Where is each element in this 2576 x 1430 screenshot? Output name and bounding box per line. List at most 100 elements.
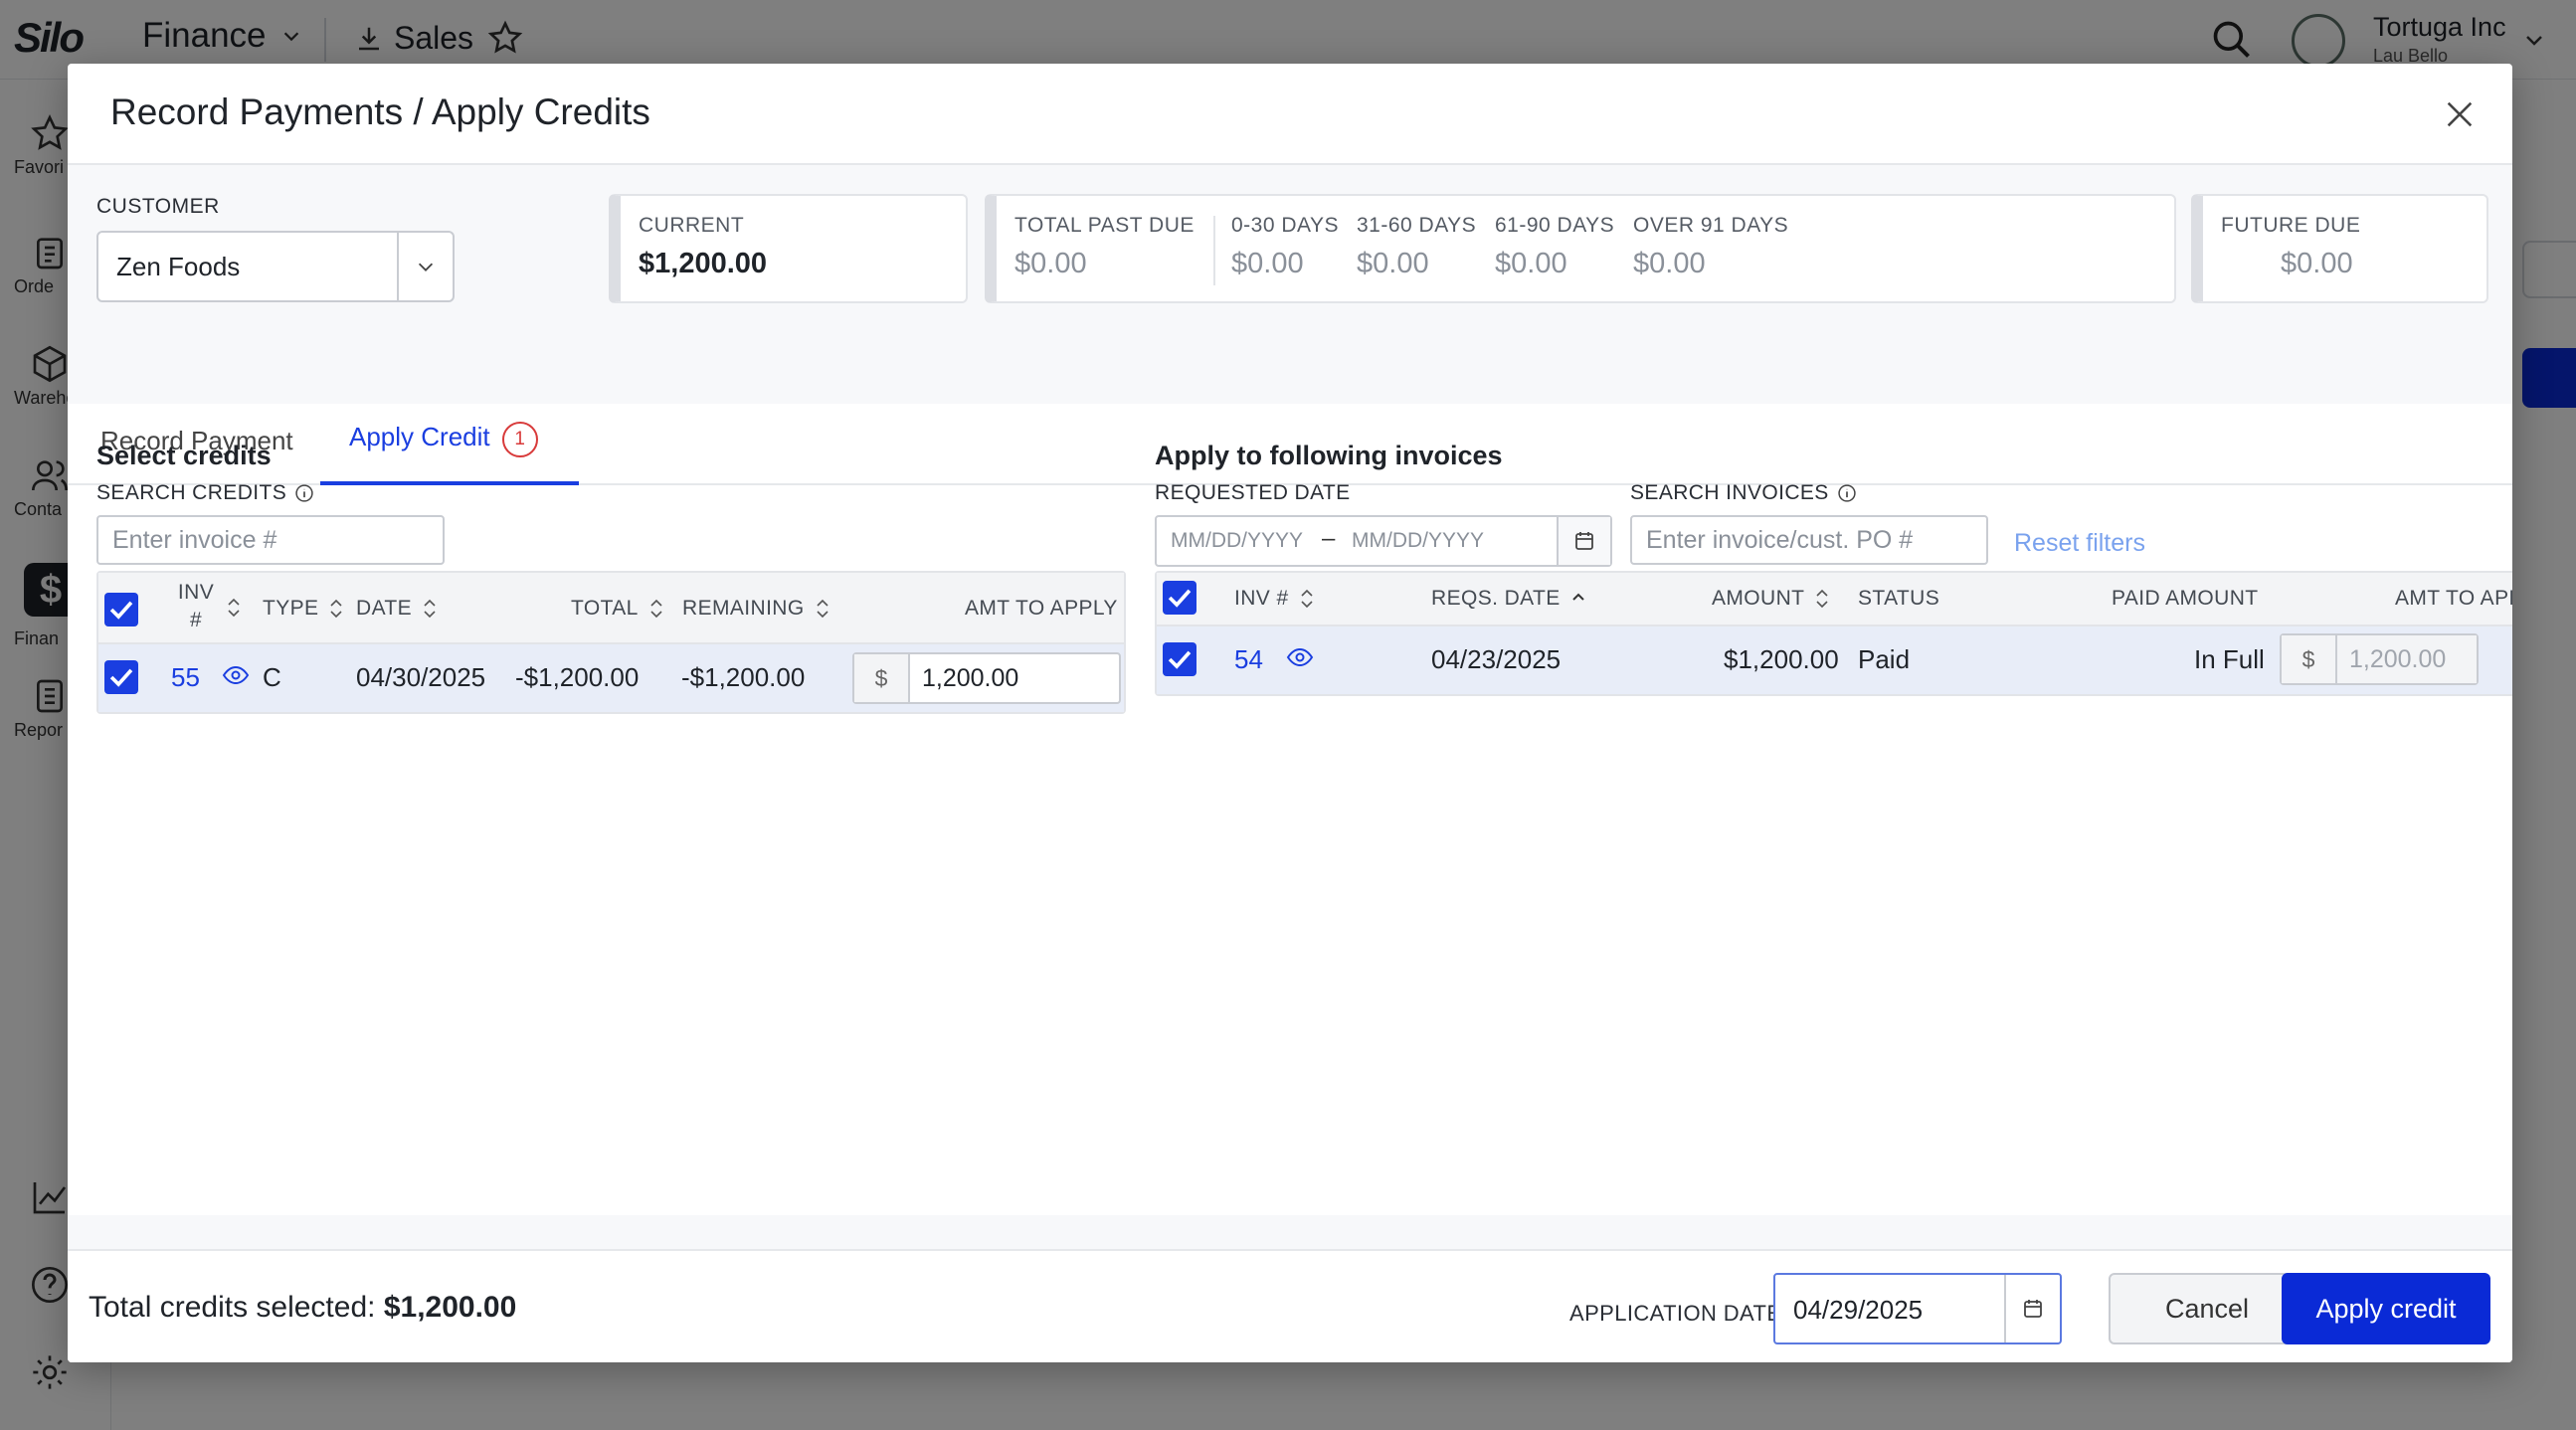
search-credits-input[interactable]: Enter invoice # bbox=[96, 515, 445, 565]
customer-value: Zen Foods bbox=[116, 251, 241, 281]
label-text: SEARCH CREDITS bbox=[96, 481, 287, 504]
row-checkbox[interactable] bbox=[104, 660, 138, 694]
table-row[interactable]: 55 C 04/30/2025 -$1,200.00 -$1,200.00 $ … bbox=[98, 644, 1124, 712]
sort-asc-icon bbox=[1571, 593, 1584, 601]
current-card: CURRENT $1,200.00 bbox=[609, 194, 968, 303]
record-payments-modal: Record Payments / Apply Credits CUSTOMER… bbox=[68, 64, 2512, 1362]
divider bbox=[1213, 216, 1215, 285]
credits-table: INV # TYPE DATE TOTAL REMAINING AMT TO A… bbox=[96, 571, 1126, 714]
col-label: REMAINING bbox=[682, 597, 805, 620]
table-row[interactable]: 54 04/23/2025 $1,200.00 Paid In Full $ 1… bbox=[1157, 626, 2512, 694]
tab-apply-credit[interactable]: Apply Credit 1 bbox=[349, 422, 538, 457]
requested-date-range[interactable]: MM/DD/YYYY – MM/DD/YYYY bbox=[1155, 515, 1612, 567]
col-remaining[interactable]: REMAINING bbox=[682, 597, 830, 621]
sort-icon bbox=[817, 599, 828, 619]
col-amount[interactable]: AMOUNT bbox=[1712, 587, 1830, 611]
credit-date: 04/30/2025 bbox=[356, 662, 486, 692]
total-value: $1,200.00 bbox=[383, 1291, 517, 1324]
eye-icon[interactable] bbox=[222, 664, 250, 686]
active-tab-indicator bbox=[320, 481, 579, 485]
select-all-checkbox[interactable] bbox=[1163, 581, 1196, 615]
currency-symbol: $ bbox=[2282, 635, 2337, 683]
footer-spacer bbox=[68, 1215, 2512, 1249]
col-date[interactable]: DATE bbox=[356, 597, 438, 621]
col-label: AMOUNT bbox=[1712, 587, 1805, 610]
reset-filters-link[interactable]: Reset filters bbox=[2014, 529, 2145, 558]
credits-title: Select credits bbox=[96, 441, 272, 470]
total-credits-selected: Total credits selected: $1,200.00 bbox=[89, 1291, 516, 1325]
col-type[interactable]: TYPE bbox=[263, 597, 344, 621]
col-paid-amount: PAID AMOUNT bbox=[2112, 587, 2259, 610]
future-due-card: FUTURE DUE $0.00 bbox=[2191, 194, 2488, 303]
credit-inv-link[interactable]: 55 bbox=[171, 662, 200, 693]
customer-label: CUSTOMER bbox=[96, 195, 220, 218]
col-amt-to-apply: AMT TO APPLY bbox=[965, 597, 1118, 620]
info-icon[interactable] bbox=[294, 483, 314, 503]
col-total[interactable]: TOTAL bbox=[571, 597, 664, 621]
tab-label: Apply Credit bbox=[349, 422, 490, 451]
invoices-table: INV # REQS. DATE AMOUNT STATUS PAID AMOU… bbox=[1155, 571, 2512, 696]
col-label: DATE bbox=[356, 597, 413, 620]
past-due-card: TOTAL PAST DUE $0.00 0-30 DAYS $0.00 31-… bbox=[985, 194, 2176, 303]
info-icon[interactable] bbox=[1837, 483, 1857, 503]
days-0-30-label: 0-30 DAYS bbox=[1231, 214, 1339, 237]
application-date-value: 04/29/2025 bbox=[1793, 1295, 1924, 1325]
eye-icon[interactable] bbox=[1286, 646, 1314, 668]
date-from-input[interactable]: MM/DD/YYYY bbox=[1171, 529, 1303, 553]
cancel-button[interactable]: Cancel bbox=[2109, 1273, 2305, 1344]
search-invoices-input[interactable]: Enter invoice/cust. PO # bbox=[1630, 515, 1988, 565]
table-header: INV # REQS. DATE AMOUNT STATUS PAID AMOU… bbox=[1157, 573, 2512, 626]
credit-type: C bbox=[263, 662, 281, 692]
credit-total: -$1,200.00 bbox=[515, 662, 640, 692]
requested-date-label: REQUESTED DATE bbox=[1155, 481, 1351, 504]
amount-value: 1,200.00 bbox=[922, 664, 1019, 692]
chevron-down-icon bbox=[397, 233, 453, 300]
current-value: $1,200.00 bbox=[639, 248, 768, 279]
invoice-amount: $1,200.00 bbox=[1724, 644, 1839, 674]
search-credits-label: SEARCH CREDITS bbox=[96, 481, 314, 505]
sort-icon bbox=[1816, 589, 1828, 609]
table-header: INV # TYPE DATE TOTAL REMAINING AMT TO A… bbox=[98, 573, 1124, 644]
row-checkbox[interactable] bbox=[1163, 642, 1196, 676]
date-separator: – bbox=[1322, 525, 1336, 552]
apply-credit-button[interactable]: Apply credit bbox=[2282, 1273, 2490, 1344]
credit-remaining: -$1,200.00 bbox=[681, 662, 806, 692]
total-past-due-value: $0.00 bbox=[1014, 248, 1087, 279]
close-icon[interactable] bbox=[2443, 97, 2477, 131]
label-text: SEARCH INVOICES bbox=[1630, 481, 1829, 504]
future-due-value: $0.00 bbox=[2281, 248, 2353, 279]
application-date-input[interactable]: 04/29/2025 bbox=[1773, 1273, 2062, 1344]
col-inv[interactable]: INV # bbox=[1234, 587, 1315, 611]
days-0-30-value: $0.00 bbox=[1231, 248, 1304, 279]
current-label: CURRENT bbox=[639, 214, 745, 237]
invoice-inv-link[interactable]: 54 bbox=[1234, 644, 1263, 675]
invoice-date: 04/23/2025 bbox=[1431, 644, 1562, 674]
col-inv[interactable]: INV # bbox=[176, 579, 216, 634]
col-amt-to-apply: AMT TO APPLY bbox=[2395, 587, 2512, 610]
currency-symbol: $ bbox=[854, 654, 910, 702]
credit-amount-input[interactable]: $ 1,200.00 bbox=[852, 652, 1121, 704]
select-all-checkbox[interactable] bbox=[104, 593, 138, 626]
days-31-60-value: $0.00 bbox=[1357, 248, 1429, 279]
col-reqs-date[interactable]: REQS. DATE bbox=[1431, 587, 1586, 611]
days-61-90-value: $0.00 bbox=[1495, 248, 1567, 279]
sort-icon bbox=[424, 599, 436, 619]
calendar-icon[interactable] bbox=[1557, 517, 1610, 565]
modal-footer: Total credits selected: $1,200.00 APPLIC… bbox=[68, 1249, 2512, 1362]
col-label: REQS. DATE bbox=[1431, 587, 1561, 610]
calendar-icon[interactable] bbox=[2004, 1275, 2060, 1342]
col-label: TYPE bbox=[263, 597, 319, 620]
date-to-input[interactable]: MM/DD/YYYY bbox=[1352, 529, 1484, 553]
days-31-60-label: 31-60 DAYS bbox=[1357, 214, 1477, 237]
days-61-90-label: 61-90 DAYS bbox=[1495, 214, 1615, 237]
modal-header: Record Payments / Apply Credits bbox=[68, 64, 2512, 165]
total-past-due-label: TOTAL PAST DUE bbox=[1014, 214, 1195, 237]
over-91-label: OVER 91 DAYS bbox=[1633, 214, 1789, 237]
col-status: STATUS bbox=[1858, 587, 1940, 610]
modal-title: Record Payments / Apply Credits bbox=[110, 91, 650, 132]
customer-select[interactable]: Zen Foods bbox=[96, 231, 455, 302]
sort-icon[interactable] bbox=[226, 597, 242, 619]
sort-icon bbox=[1300, 589, 1313, 609]
sort-icon bbox=[650, 599, 662, 619]
invoice-paid-amount: In Full bbox=[2194, 644, 2265, 674]
